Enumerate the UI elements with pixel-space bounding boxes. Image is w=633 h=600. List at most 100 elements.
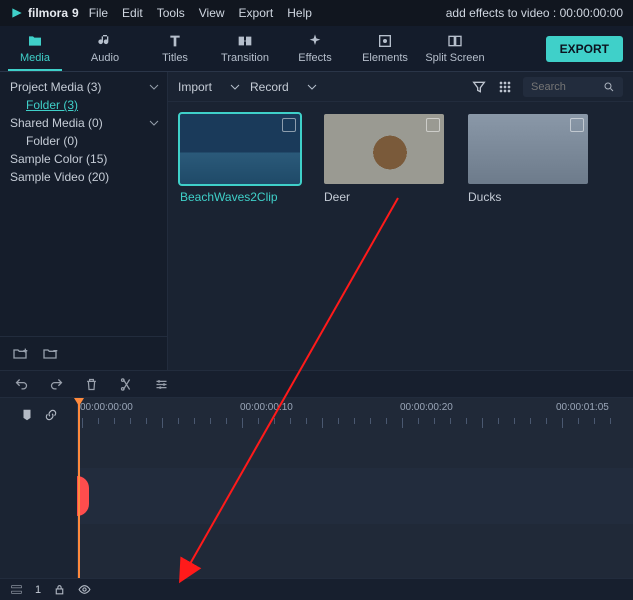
tree-project-media[interactable]: Project Media (3) (0, 78, 167, 96)
grid-view-icon[interactable] (497, 79, 513, 95)
media-browser: Import Record BeachWaves2Clip (168, 72, 633, 370)
ruler-label: 00:00:01:05 (556, 402, 609, 413)
timeline-tracks (0, 432, 633, 578)
elements-icon (377, 33, 393, 49)
track-gutters (0, 432, 78, 578)
ruler-label: 00:00:00:00 (80, 402, 133, 413)
clip-deer[interactable]: Deer (324, 114, 452, 204)
tab-effects[interactable]: Effects (280, 26, 350, 71)
media-tree: Project Media (3) Folder (3) Shared Medi… (0, 72, 167, 192)
content-area: Project Media (3) Folder (3) Shared Medi… (0, 72, 633, 370)
clip-beachwaves[interactable]: BeachWaves2Clip (180, 114, 308, 204)
eye-icon[interactable] (78, 583, 91, 596)
new-folder-icon[interactable] (12, 346, 28, 362)
menu-tools[interactable]: Tools (157, 6, 185, 20)
chevron-down-icon (230, 82, 240, 92)
folder-icon (27, 33, 43, 49)
tab-media-label: Media (20, 52, 50, 64)
app-logo: filmora 9 (10, 6, 79, 20)
chevron-down-icon (149, 118, 159, 128)
clip-ducks[interactable]: Ducks (468, 114, 596, 204)
redo-icon[interactable] (49, 377, 64, 392)
titlebar: filmora 9 File Edit Tools View Export Hel… (0, 0, 633, 26)
ruler-ticks (78, 418, 633, 428)
music-icon (97, 33, 113, 49)
tool-tabs: Media Audio Titles Transition Effects El… (0, 26, 633, 72)
delete-icon[interactable] (84, 377, 99, 392)
media-grid: BeachWaves2Clip Deer Ducks (168, 102, 633, 370)
adjust-icon[interactable] (154, 377, 169, 392)
tab-transition[interactable]: Transition (210, 26, 280, 71)
menu-help[interactable]: Help (287, 6, 312, 20)
tree-shared-media[interactable]: Shared Media (0) (0, 114, 167, 132)
browser-toolbar: Import Record (168, 72, 633, 102)
tab-media[interactable]: Media (0, 26, 70, 71)
tree-label: Folder (3) (26, 98, 78, 112)
timeline[interactable]: 00:00:00:00 00:00:00:10 00:00:00:20 00:0… (0, 398, 633, 578)
export-button[interactable]: EXPORT (546, 36, 623, 62)
split-icon (447, 33, 463, 49)
search-box[interactable] (523, 77, 623, 97)
tree-folder-0[interactable]: Folder (0) (0, 132, 167, 150)
tab-titles-label: Titles (162, 52, 188, 64)
record-label: Record (250, 80, 289, 94)
tab-audio-label: Audio (91, 52, 119, 64)
sidebar-footer (0, 336, 167, 370)
tab-elements[interactable]: Elements (350, 26, 420, 71)
tree-sample-video[interactable]: Sample Video (20) (0, 168, 167, 186)
clip-thumbnail (324, 114, 444, 184)
import-dropdown[interactable]: Import (178, 80, 240, 94)
import-label: Import (178, 80, 212, 94)
media-sidebar: Project Media (3) Folder (3) Shared Medi… (0, 72, 168, 370)
video-track-1[interactable] (78, 468, 633, 524)
timeline-gutter-head (0, 398, 78, 432)
menu-export[interactable]: Export (239, 6, 274, 20)
status-bar: 1 (0, 578, 633, 600)
tree-label: Sample Color (15) (10, 152, 107, 166)
title-status: add effects to video : 00:00:00:00 (446, 6, 623, 20)
track-lanes[interactable] (78, 432, 633, 578)
tree-sample-color[interactable]: Sample Color (15) (0, 150, 167, 168)
chevron-down-icon (149, 82, 159, 92)
text-icon (167, 33, 183, 49)
delete-folder-icon[interactable] (42, 346, 58, 362)
marker-icon[interactable] (20, 408, 34, 422)
ruler-label: 00:00:00:10 (240, 402, 293, 413)
filter-icon[interactable] (471, 79, 487, 95)
record-dropdown[interactable]: Record (250, 80, 317, 94)
clip-thumbnail (180, 114, 300, 184)
search-input[interactable] (531, 81, 601, 93)
tree-label: Sample Video (20) (10, 170, 109, 184)
undo-icon[interactable] (14, 377, 29, 392)
clip-label: BeachWaves2Clip (180, 190, 308, 204)
menubar: File Edit Tools View Export Help (89, 6, 312, 20)
tab-elements-label: Elements (362, 52, 408, 64)
app-name: filmora (28, 6, 68, 20)
tab-audio[interactable]: Audio (70, 26, 140, 71)
app-version: 9 (72, 6, 79, 20)
clip-thumbnail (468, 114, 588, 184)
clip-label: Ducks (468, 190, 596, 204)
tab-split-label: Split Screen (425, 52, 484, 64)
sparkle-icon (307, 33, 323, 49)
timeline-header: 00:00:00:00 00:00:00:10 00:00:00:20 00:0… (0, 398, 633, 432)
timeline-ruler[interactable]: 00:00:00:00 00:00:00:10 00:00:00:20 00:0… (78, 398, 633, 432)
tree-label: Folder (0) (26, 134, 78, 148)
clip-head-marker[interactable] (77, 476, 89, 516)
search-icon (603, 81, 615, 93)
tracks-icon[interactable] (10, 583, 23, 596)
tree-folder-3[interactable]: Folder (3) (0, 96, 167, 114)
lock-icon[interactable] (53, 583, 66, 596)
tree-label: Project Media (3) (10, 80, 101, 94)
menu-edit[interactable]: Edit (122, 6, 143, 20)
tab-split-screen[interactable]: Split Screen (420, 26, 490, 71)
logo-icon (10, 6, 24, 20)
link-icon[interactable] (44, 408, 58, 422)
menu-view[interactable]: View (199, 6, 225, 20)
tab-transition-label: Transition (221, 52, 269, 64)
tab-effects-label: Effects (298, 52, 331, 64)
tree-label: Shared Media (0) (10, 116, 103, 130)
menu-file[interactable]: File (89, 6, 108, 20)
split-clip-icon[interactable] (119, 377, 134, 392)
tab-titles[interactable]: Titles (140, 26, 210, 71)
